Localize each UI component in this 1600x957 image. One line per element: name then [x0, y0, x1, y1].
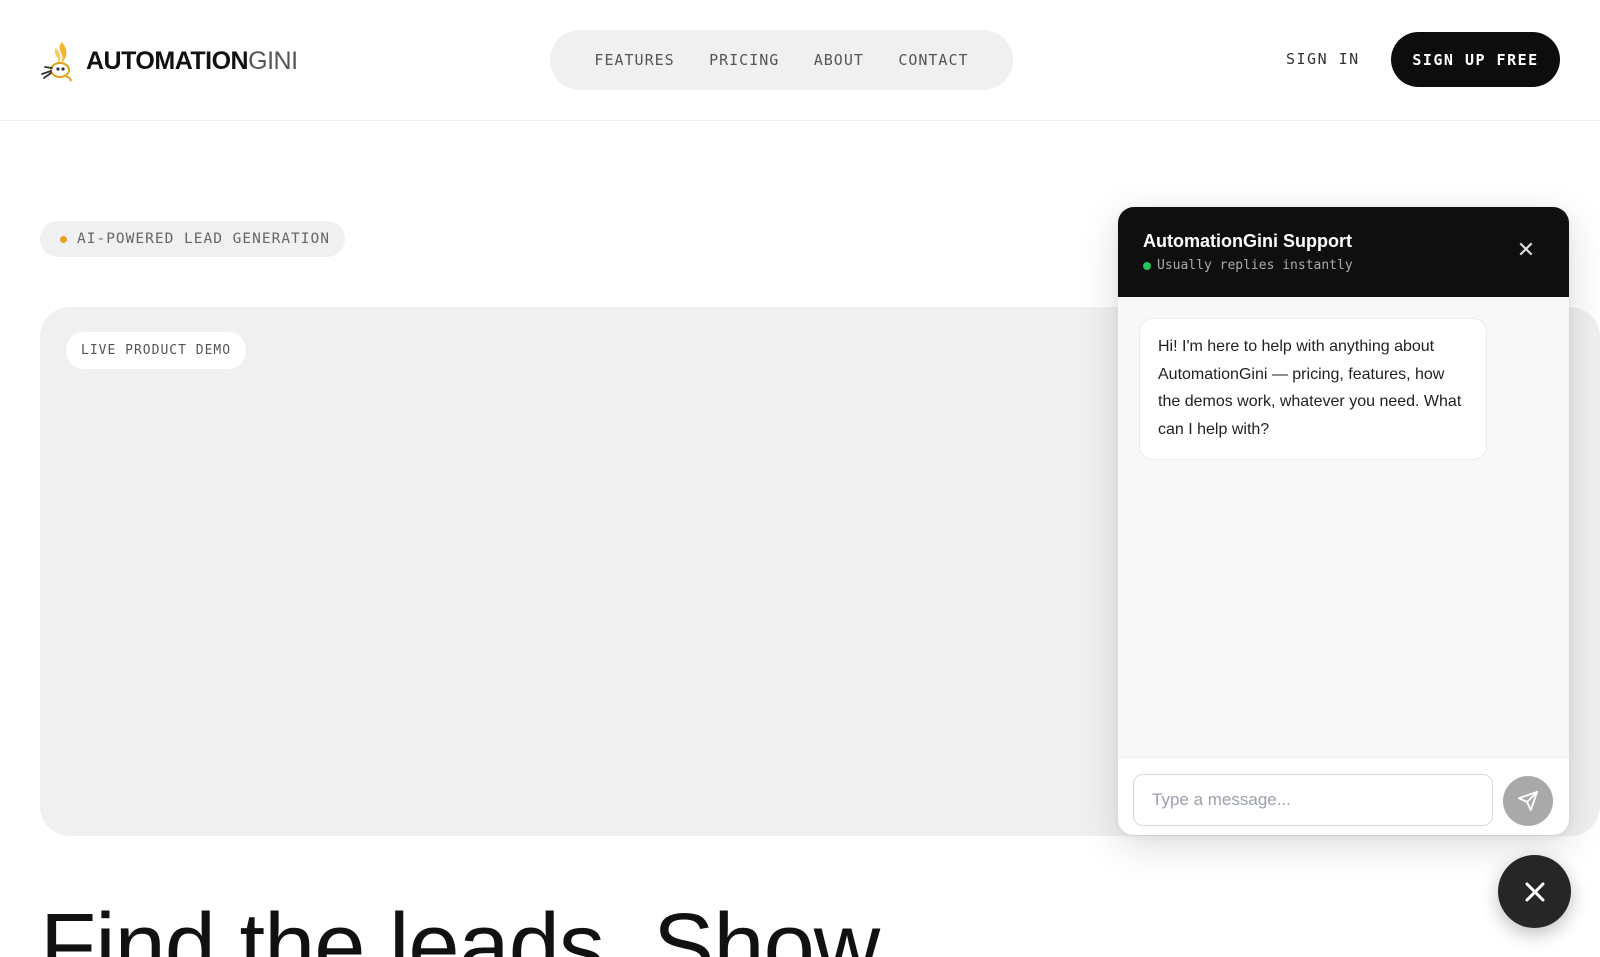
hero-badge: AI-POWERED LEAD GENERATION	[40, 221, 345, 257]
nav-item-pricing[interactable]: PRICING	[709, 51, 779, 69]
hero-title: Find the leads. Show	[40, 895, 880, 957]
site-header: AUTOMATIONGINI FEATURES PRICING ABOUT CO…	[0, 0, 1600, 121]
chat-header: AutomationGini Support Usually replies i…	[1118, 207, 1569, 297]
close-icon	[1525, 882, 1544, 901]
demo-label: LIVE PRODUCT DEMO	[66, 332, 247, 369]
nav-item-features[interactable]: FEATURES	[594, 51, 674, 69]
brand-logo[interactable]: AUTOMATIONGINI	[40, 40, 298, 82]
brand-name-secondary: GINI	[248, 46, 298, 75]
genie-lamp-icon	[40, 40, 76, 82]
online-indicator	[1143, 261, 1151, 270]
chat-toggle-button[interactable]	[1498, 855, 1571, 928]
main-nav: FEATURES PRICING ABOUT CONTACT	[550, 30, 1013, 90]
chat-message-input[interactable]	[1133, 774, 1493, 826]
nav-item-about[interactable]: ABOUT	[814, 51, 864, 69]
brand-name: AUTOMATIONGINI	[86, 47, 298, 76]
badge-dot	[60, 235, 67, 243]
chat-widget: AutomationGini Support Usually replies i…	[1118, 207, 1569, 835]
close-icon[interactable]: ✕	[1514, 239, 1538, 263]
chat-message-bubble: Hi! I'm here to help with anything about…	[1139, 318, 1487, 460]
sign-in-link[interactable]: SIGN IN	[1286, 50, 1360, 68]
send-icon	[1517, 790, 1539, 812]
send-button[interactable]	[1503, 776, 1553, 826]
chat-input-bar	[1118, 759, 1569, 835]
chat-messages: Hi! I'm here to help with anything about…	[1118, 297, 1569, 759]
chat-title: AutomationGini Support	[1143, 231, 1352, 251]
brand-name-primary: AUTOMATION	[86, 46, 249, 75]
nav-item-contact[interactable]: CONTACT	[898, 51, 968, 69]
chat-status-text: Usually replies instantly	[1157, 258, 1353, 273]
sign-up-button[interactable]: SIGN UP FREE	[1391, 32, 1560, 87]
badge-text: AI-POWERED LEAD GENERATION	[77, 231, 330, 247]
chat-status: Usually replies instantly	[1143, 258, 1353, 273]
